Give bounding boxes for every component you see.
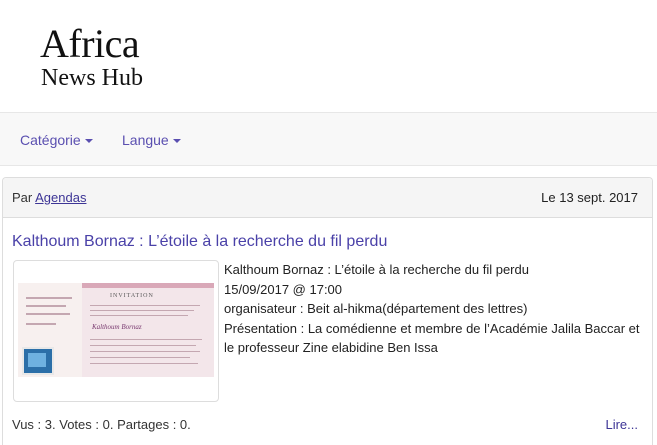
caret-down-icon (84, 139, 93, 144)
logo-title: Africa (40, 21, 140, 66)
article-summary: Kalthoum Bornaz : L’étoile à la recherch… (224, 260, 644, 358)
invitation-text-line (90, 357, 190, 358)
byline-prefix: Par (12, 190, 33, 205)
nav-langue-label: Langue (122, 132, 169, 148)
article-date: Le 13 sept. 2017 (541, 190, 638, 205)
invitation-text-line (90, 363, 198, 364)
article-card: Par Agendas Le 13 sept. 2017 Kalthoum Bo… (2, 177, 653, 445)
navbar: Catégorie Langue (0, 112, 657, 166)
invitation-name: Kalthoum Bornaz (92, 323, 142, 331)
views-count: Vus : 3. (12, 417, 56, 432)
article-title-link[interactable]: Kalthoum Bornaz : L’étoile à la recherch… (12, 232, 387, 252)
invitation-text-line (26, 313, 70, 315)
invitation-text-line (26, 297, 72, 299)
logo-subtitle: News Hub (41, 65, 143, 91)
article-byline: Par Agendas (12, 190, 86, 206)
nav-dropdown-langue[interactable]: Langue (122, 132, 181, 148)
read-more-link[interactable]: Lire... (605, 417, 638, 433)
article-stats: Vus : 3. Votes : 0. Partages : 0. (12, 417, 191, 433)
summary-datetime: 15/09/2017 @ 17:00 (224, 281, 343, 297)
summary-line: Kalthoum Bornaz : L’étoile à la recherch… (224, 262, 529, 277)
summary-organizer: organisateur : Beit al-hikma(département… (224, 301, 528, 316)
invitation-text-line (90, 305, 200, 306)
site-logo[interactable]: Africa News Hub (40, 22, 170, 92)
invitation-text-line (90, 310, 194, 311)
invitation-text-line (90, 351, 200, 352)
invitation-image: INVITATION Kalthoum Bornaz (18, 283, 214, 377)
invitation-text-line (26, 305, 66, 307)
article-card-header: Par Agendas Le 13 sept. 2017 (3, 178, 652, 218)
caret-down-icon (172, 139, 181, 144)
nav-dropdown-categorie[interactable]: Catégorie (20, 132, 93, 148)
invitation-text-line (26, 323, 56, 325)
nav-categorie-label: Catégorie (20, 132, 81, 148)
author-link[interactable]: Agendas (35, 190, 86, 205)
article-thumbnail[interactable]: INVITATION Kalthoum Bornaz (13, 260, 219, 402)
summary-presentation: Présentation : La comédienne et membre d… (224, 320, 640, 356)
invitation-text-line (90, 339, 202, 340)
invitation-text-line (90, 315, 188, 316)
invitation-photo-detail (28, 353, 46, 367)
invitation-heading: INVITATION (110, 293, 154, 299)
votes-count: Votes : 0. (59, 417, 114, 432)
invitation-text-line (90, 345, 196, 346)
shares-count: Partages : 0. (117, 417, 191, 432)
